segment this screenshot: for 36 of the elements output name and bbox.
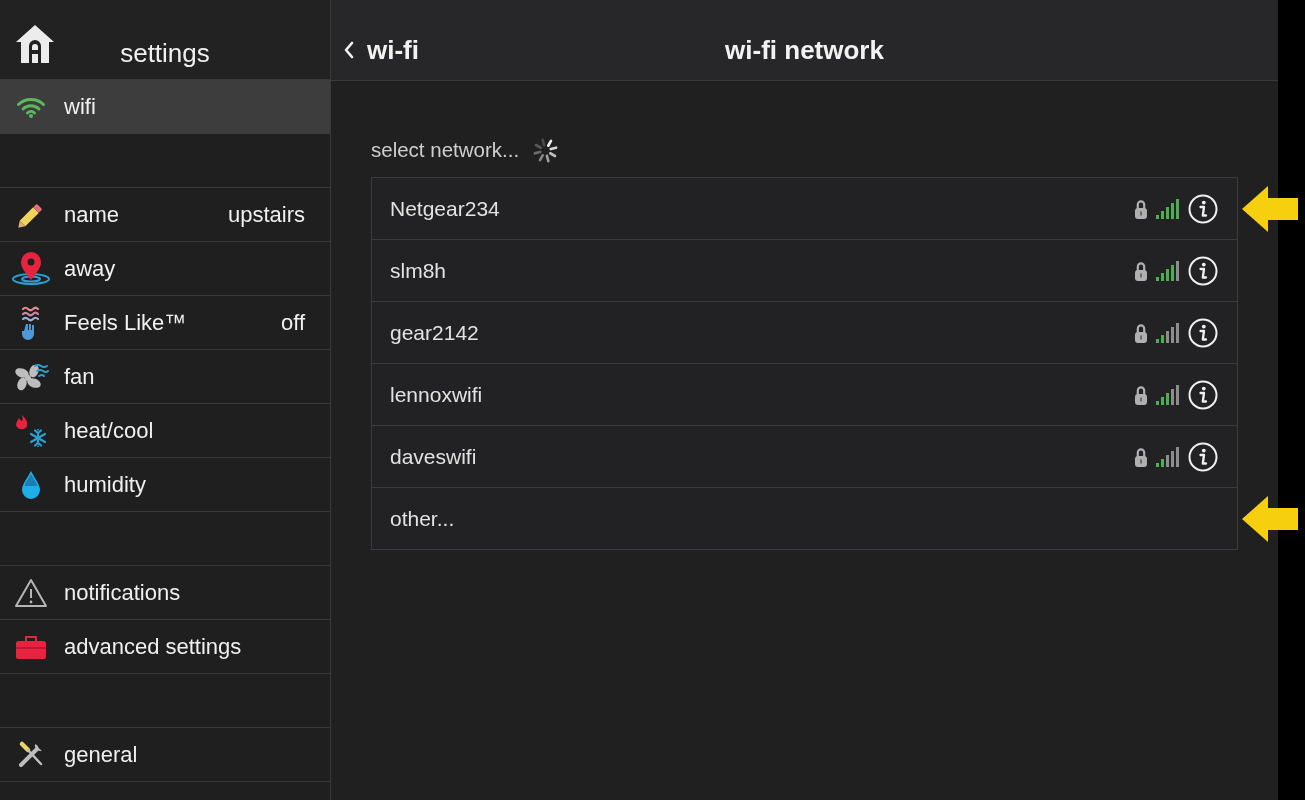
map-pin-icon [11,251,51,286]
sidebar-item[interactable]: name upstairs [0,188,330,242]
network-row[interactable]: gear2142 [372,302,1237,364]
sidebar-item[interactable]: heat/cool [0,404,330,458]
water-drop-icon [20,469,42,500]
sidebar-item[interactable]: humidity [0,458,330,512]
sidebar-item[interactable]: general [0,728,330,782]
info-icon[interactable] [1188,255,1218,286]
toolbox-icon [15,633,47,660]
warning-icon [14,577,48,608]
info-icon[interactable] [1188,441,1218,472]
info-icon[interactable] [1188,317,1218,348]
setting-value: off [280,309,305,336]
info-icon[interactable] [1188,379,1218,410]
network-row[interactable]: slm8h [372,240,1237,302]
sidebar-item[interactable]: Feels Like™ off [0,296,330,350]
home-icon[interactable] [15,24,55,64]
back-button[interactable]: wi-fi [343,32,423,68]
other-network-row[interactable]: other... [372,488,1237,550]
wifi-icon [16,95,46,118]
sidebar-item[interactable]: advanced settings [0,620,330,674]
fan-icon [13,361,49,392]
network-row[interactable]: daveswifi [372,426,1237,488]
hand-waves-icon [20,304,42,341]
sidebar-item[interactable]: fan [0,350,330,404]
network-row[interactable]: Netgear234 [372,178,1237,240]
sidebar-title: settings [119,37,211,70]
network-row[interactable]: lennoxwifi [372,364,1237,426]
page-title: wi-fi network [725,34,884,66]
sidebar-item[interactable]: away [0,242,330,296]
sidebar-item[interactable]: notifications [0,566,330,620]
chevron-left-icon [343,41,354,59]
list-prompt: select network... [371,138,520,162]
setting-value: upstairs [227,201,305,228]
info-icon[interactable] [1188,193,1218,224]
sidebar-item[interactable]: wifi [0,80,330,134]
